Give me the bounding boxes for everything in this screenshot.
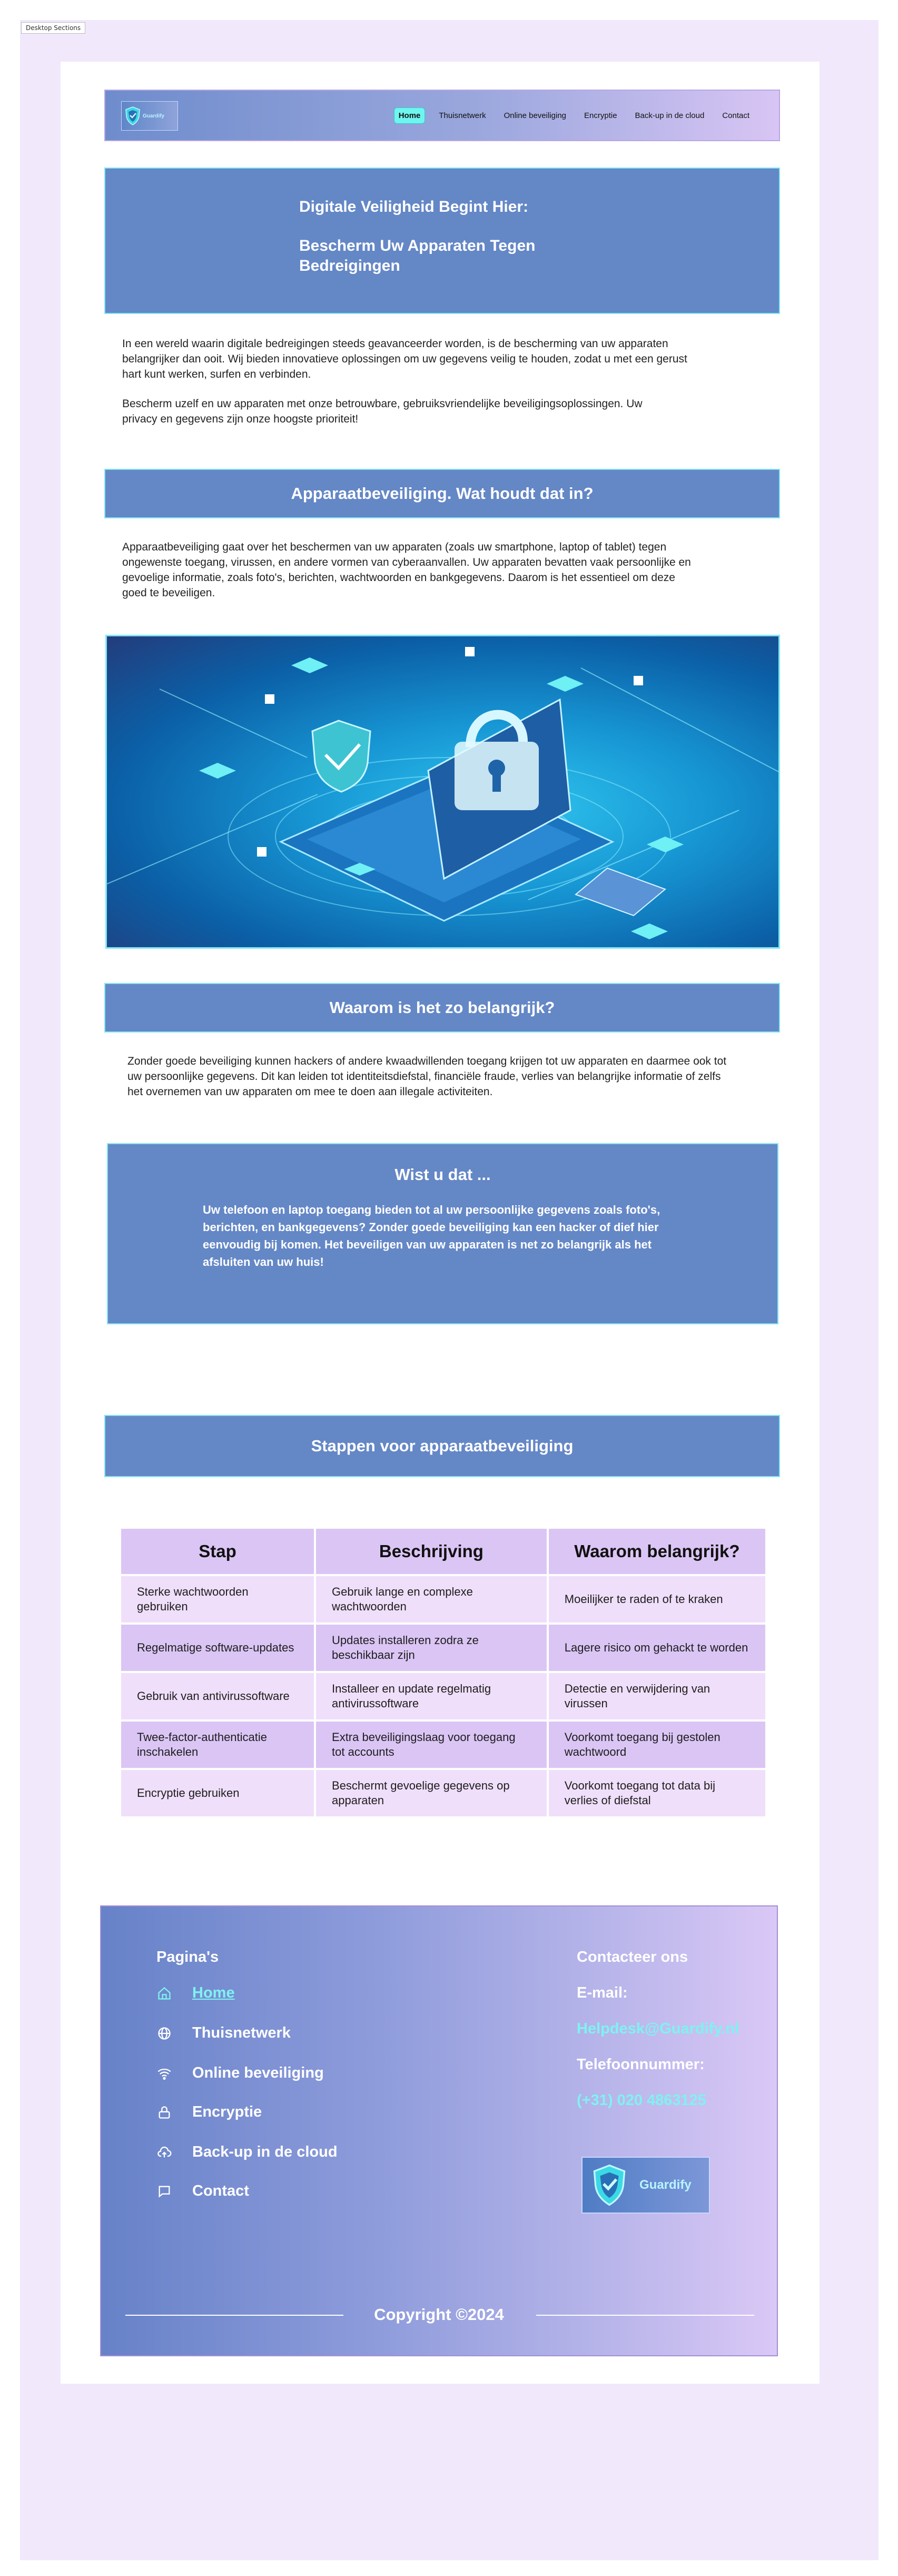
table-cell: Twee-factor-authenticatie inschakelen [121, 1722, 314, 1768]
footer-phone-link[interactable]: (+31) 020 4863125 [577, 2092, 706, 2109]
table-cell: Installeer en update regelmatig antiviru… [316, 1673, 547, 1719]
table-row: Sterke wachtwoorden gebruiken Gebruik la… [121, 1576, 765, 1623]
footer-link-label: Home [192, 1984, 235, 2001]
table-cell: Moeilijker te raden of te kraken [548, 1576, 765, 1623]
security-illustration [105, 635, 780, 949]
cloud-upload-icon [156, 2145, 172, 2160]
wifi-icon [156, 2066, 172, 2081]
table-cell: Voorkomt toegang bij gestolen wachtwoord [548, 1722, 765, 1768]
table-cell: Extra beveiligingslaag voor toegang tot … [316, 1722, 547, 1768]
footer-link-online-beveiliging[interactable]: Online beveiliging [156, 2064, 324, 2082]
footer-link-contact[interactable]: Contact [156, 2182, 249, 2200]
nav-link-online-beveiliging[interactable]: Online beveiliging [500, 108, 570, 123]
hero-banner: Digitale Veiligheid Begint Hier: Bescher… [104, 168, 780, 314]
lock-icon [156, 2105, 172, 2120]
table-cell: Lagere risico om gehackt te worden [548, 1625, 765, 1671]
footer-link-home[interactable]: Home [156, 1984, 235, 2002]
table-header-beschrijving: Beschrijving [316, 1529, 547, 1574]
home-icon [156, 1985, 172, 2001]
nav-link-encryptie[interactable]: Encryptie [580, 108, 621, 123]
logo-text: Guardify [143, 113, 165, 119]
did-you-know-text: Uw telefoon en laptop toegang bieden tot… [203, 1203, 660, 1269]
shield-logo-icon [593, 2164, 626, 2206]
nav-link-backup[interactable]: Back-up in de cloud [631, 108, 709, 123]
footer-logo[interactable]: Guardify [581, 2157, 710, 2214]
hero-title: Digitale Veiligheid Begint Hier: [299, 198, 529, 215]
globe-icon [156, 2026, 172, 2041]
nav-link-thuisnetwerk[interactable]: Thuisnetwerk [435, 108, 490, 123]
footer-link-backup[interactable]: Back-up in de cloud [156, 2144, 338, 2161]
table-row: Twee-factor-authenticatie inschakelen Ex… [121, 1722, 765, 1768]
nav-link-contact[interactable]: Contact [718, 108, 754, 123]
table-cell: Gebruik van antivirussoftware [121, 1673, 314, 1719]
intro-paragraph-2: Bescherm uzelf en uw apparaten met onze … [122, 398, 643, 425]
table-row: Encryptie gebruiken Beschermt gevoelige … [121, 1770, 765, 1816]
section-title-apparaatbeveiliging: Apparaatbeveiliging. Wat houdt dat in? [104, 469, 780, 518]
table-row: Gebruik van antivirussoftware Installeer… [121, 1673, 765, 1719]
footer-link-label: Back-up in de cloud [192, 2144, 338, 2160]
frame-label: Desktop Sections [21, 22, 86, 34]
table-header-stap: Stap [121, 1529, 314, 1574]
top-navbar: Guardify Home Thuisnetwerk Online beveil… [104, 90, 780, 141]
footer-phone-label: Telefoonnummer: [577, 2056, 705, 2073]
footer-copyright: Copyright ©2024 [374, 2305, 504, 2324]
section2-paragraph: Zonder goede beveiliging kunnen hackers … [127, 1055, 727, 1098]
footer: Pagina's Home Thuisnetwerk Online beveil… [100, 1905, 778, 2356]
steps-table: Stap Beschrijving Waarom belangrijk? Ste… [119, 1527, 767, 1818]
section1-paragraph: Apparaatbeveiliging gaat over het besche… [122, 541, 691, 599]
footer-link-label: Online beveiliging [192, 2064, 324, 2081]
footer-contact-heading: Contacteer ons [577, 1949, 688, 1965]
section-title-stappen: Stappen voor apparaatbeveiliging [104, 1415, 780, 1477]
footer-link-encryptie[interactable]: Encryptie [156, 2103, 262, 2121]
table-cell: Regelmatige software-updates [121, 1625, 314, 1671]
footer-link-label: Encryptie [192, 2103, 262, 2120]
intro-paragraph-1: In een wereld waarin digitale bedreiging… [122, 338, 687, 380]
chat-icon [156, 2184, 172, 2199]
table-cell: Beschermt gevoelige gegevens op apparate… [316, 1770, 547, 1816]
footer-pages-heading: Pagina's [156, 1949, 219, 1965]
table-cell: Detectie en verwijdering van virussen [548, 1673, 765, 1719]
footer-link-thuisnetwerk[interactable]: Thuisnetwerk [156, 2024, 291, 2042]
did-you-know-box: Wist u dat ... Uw telefoon en laptop toe… [107, 1143, 778, 1324]
footer-logo-text: Guardify [639, 2178, 692, 2192]
table-cell: Sterke wachtwoorden gebruiken [121, 1576, 314, 1623]
footer-link-label: Contact [192, 2182, 249, 2199]
table-header-waarom: Waarom belangrijk? [548, 1529, 765, 1574]
nav-link-home[interactable]: Home [393, 107, 426, 124]
table-cell: Updates installeren zodra ze beschikbaar… [316, 1625, 547, 1671]
table-cell: Voorkomt toegang tot data bij verlies of… [548, 1770, 765, 1816]
section-title-waarom: Waarom is het zo belangrijk? [104, 983, 780, 1033]
table-cell: Gebruik lange en complexe wachtwoorden [316, 1576, 547, 1623]
table-row: Regelmatige software-updates Updates ins… [121, 1625, 765, 1671]
did-you-know-title: Wist u dat ... [394, 1165, 491, 1184]
laptop-padlock-illustration [107, 647, 778, 939]
hero-subtitle: Bescherm Uw Apparaten Tegen Bedreigingen [299, 237, 536, 274]
footer-link-label: Thuisnetwerk [192, 2024, 291, 2041]
table-cell: Encryptie gebruiken [121, 1770, 314, 1816]
shield-logo-icon [125, 106, 140, 125]
nav-links: Home Thuisnetwerk Online beveiliging Enc… [393, 107, 754, 124]
logo[interactable]: Guardify [121, 101, 178, 131]
footer-email-link[interactable]: Helpdesk@Guardify.nl [577, 2020, 739, 2038]
footer-email-label: E-mail: [577, 1984, 628, 2001]
